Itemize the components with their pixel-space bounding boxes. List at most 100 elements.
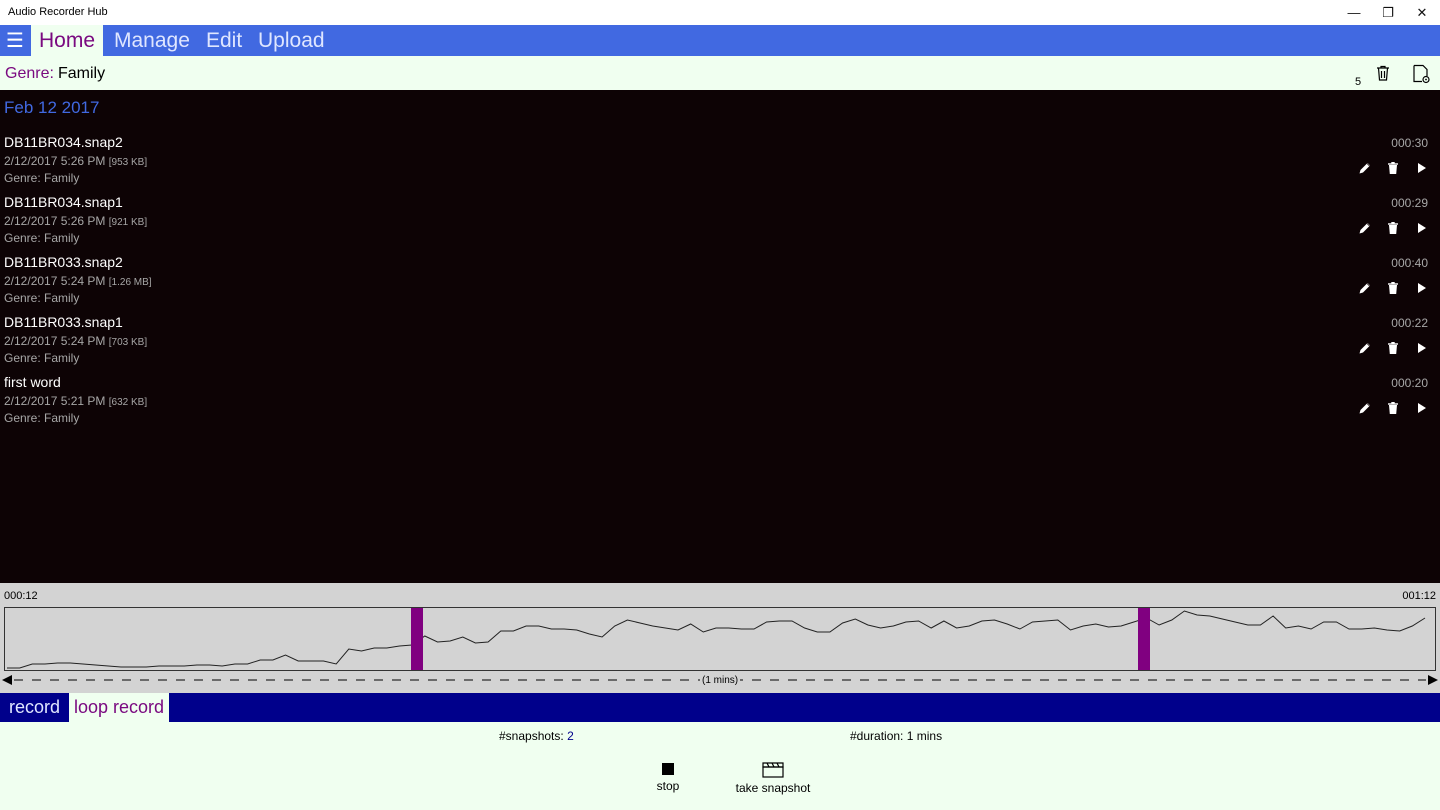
- play-button[interactable]: [1413, 220, 1429, 236]
- play-icon: [1418, 283, 1426, 293]
- window-title: Audio Recorder Hub: [8, 6, 108, 18]
- trash-icon: [1388, 402, 1398, 414]
- trash-icon: [1388, 282, 1398, 294]
- pencil-icon: [1359, 403, 1370, 414]
- recording-size: [953 KB]: [108, 157, 148, 168]
- recording-name: DB11BR034.snap2: [4, 134, 123, 150]
- recording-genre: Genre: Family: [4, 171, 80, 185]
- recording-duration: 000:29: [1391, 196, 1428, 210]
- duration-label: #duration:: [850, 729, 904, 743]
- list-item[interactable]: DB11BR033.snap1 2/12/2017 5:24 PM [703 KB…: [0, 314, 1440, 374]
- timeline-start-time: 000:12: [4, 590, 38, 602]
- recording-datetime: 2/12/2017 5:26 PM [921 KB]: [4, 214, 147, 228]
- trash-icon: [1377, 65, 1389, 81]
- recording-list: Feb 12 2017 DB11BR034.snap2 2/12/2017 5:2…: [0, 90, 1440, 583]
- recording-size: [1.26 MB]: [108, 277, 152, 288]
- rename-button[interactable]: [1357, 400, 1373, 416]
- recording-name: DB11BR033.snap2: [4, 254, 123, 270]
- delete-button[interactable]: [1385, 280, 1401, 296]
- play-button[interactable]: [1413, 280, 1429, 296]
- pencil-icon: [1359, 343, 1370, 354]
- recording-datetime: 2/12/2017 5:24 PM [703 KB]: [4, 334, 147, 348]
- list-item[interactable]: first word 2/12/2017 5:21 PM [632 KB] Genr…: [0, 374, 1440, 434]
- take-snapshot-label: take snapshot: [735, 781, 811, 795]
- snapshots-label: #snapshots:: [499, 729, 564, 743]
- duration-value: 1 mins: [906, 729, 943, 743]
- rename-button[interactable]: [1357, 280, 1373, 296]
- play-icon: [1418, 403, 1426, 413]
- genre-label: Genre:: [5, 65, 54, 82]
- list-item[interactable]: DB11BR034.snap1 2/12/2017 5:26 PM [921 KB…: [0, 194, 1440, 254]
- close-button[interactable]: ✕: [1405, 0, 1439, 25]
- hamburger-menu-button[interactable]: ☰: [0, 25, 30, 56]
- delete-button[interactable]: [1385, 340, 1401, 356]
- genre-header: Genre: Family 5: [0, 56, 1440, 90]
- recording-name: DB11BR033.snap1: [4, 314, 123, 330]
- recording-name: DB11BR034.snap1: [4, 194, 123, 210]
- delete-all-button[interactable]: [1374, 64, 1394, 84]
- delete-button[interactable]: [1385, 400, 1401, 416]
- minimize-button[interactable]: —: [1337, 0, 1371, 25]
- recording-size: [703 KB]: [108, 337, 148, 348]
- recording-datetime: 2/12/2017 5:21 PM [632 KB]: [4, 394, 147, 408]
- recording-genre: Genre: Family: [4, 351, 80, 365]
- clapperboard-icon: [762, 762, 784, 778]
- genre-value[interactable]: Family: [58, 65, 105, 83]
- recording-date: 2/12/2017 5:21 PM: [4, 394, 106, 408]
- date-group-header: Feb 12 2017: [4, 98, 100, 117]
- recording-name: first word: [4, 374, 61, 390]
- delete-button[interactable]: [1385, 160, 1401, 176]
- recording-date: 2/12/2017 5:26 PM: [4, 154, 106, 168]
- play-button[interactable]: [1413, 400, 1429, 416]
- pencil-icon: [1359, 283, 1370, 294]
- recording-duration: 000:20: [1391, 376, 1428, 390]
- settings-doc-icon: [1413, 64, 1430, 84]
- take-snapshot-button[interactable]: take snapshot: [730, 762, 816, 795]
- snapshot-marker: [1138, 608, 1150, 670]
- mode-tabs: record loop record: [0, 693, 1440, 722]
- trash-icon: [1388, 342, 1398, 354]
- list-item[interactable]: DB11BR033.snap2 2/12/2017 5:24 PM [1.26 M…: [0, 254, 1440, 314]
- trash-icon: [1388, 222, 1398, 234]
- genre-settings-button[interactable]: [1411, 64, 1431, 84]
- waveform-view[interactable]: [4, 607, 1436, 671]
- tab-upload[interactable]: Upload: [250, 25, 333, 56]
- delete-button[interactable]: [1385, 220, 1401, 236]
- recording-size: [632 KB]: [108, 397, 148, 408]
- rename-button[interactable]: [1357, 160, 1373, 176]
- stop-button[interactable]: stop: [648, 762, 688, 793]
- scroll-right-icon: [1428, 675, 1438, 685]
- stop-label: stop: [656, 779, 680, 793]
- play-button[interactable]: [1413, 160, 1429, 176]
- recording-date: 2/12/2017 5:24 PM: [4, 274, 106, 288]
- waveform-graph: [7, 608, 1426, 670]
- tab-record[interactable]: record: [4, 693, 65, 722]
- pencil-icon: [1359, 163, 1370, 174]
- recording-duration: 000:30: [1391, 136, 1428, 150]
- snapshot-marker: [411, 608, 423, 670]
- recording-date: 2/12/2017 5:26 PM: [4, 214, 106, 228]
- rename-button[interactable]: [1357, 340, 1373, 356]
- recording-date: 2/12/2017 5:24 PM: [4, 334, 106, 348]
- list-item[interactable]: DB11BR034.snap2 2/12/2017 5:26 PM [953 KB…: [0, 134, 1440, 194]
- pencil-icon: [1359, 223, 1370, 234]
- play-button[interactable]: [1413, 340, 1429, 356]
- hamburger-icon: ☰: [6, 30, 24, 52]
- stop-icon: [662, 763, 674, 775]
- recording-duration: 000:40: [1391, 256, 1428, 270]
- restore-button[interactable]: ❐: [1371, 0, 1405, 25]
- loop-record-controls: #snapshots: 2 #duration: 1 mins stop tak…: [0, 722, 1440, 810]
- tab-edit[interactable]: Edit: [198, 25, 250, 56]
- tab-home[interactable]: Home: [31, 25, 104, 56]
- restore-icon: ❐: [1382, 4, 1394, 20]
- tab-loop-record[interactable]: loop record: [69, 693, 170, 722]
- trash-icon: [1388, 162, 1398, 174]
- tab-manage[interactable]: Manage: [106, 25, 198, 56]
- rename-button[interactable]: [1357, 220, 1373, 236]
- recording-datetime: 2/12/2017 5:26 PM [953 KB]: [4, 154, 147, 168]
- play-icon: [1418, 163, 1426, 173]
- timeline-end-time: 001:12: [1402, 590, 1436, 602]
- minimize-icon: —: [1347, 5, 1361, 20]
- recording-count: 5: [1355, 76, 1362, 88]
- recording-genre: Genre: Family: [4, 231, 80, 245]
